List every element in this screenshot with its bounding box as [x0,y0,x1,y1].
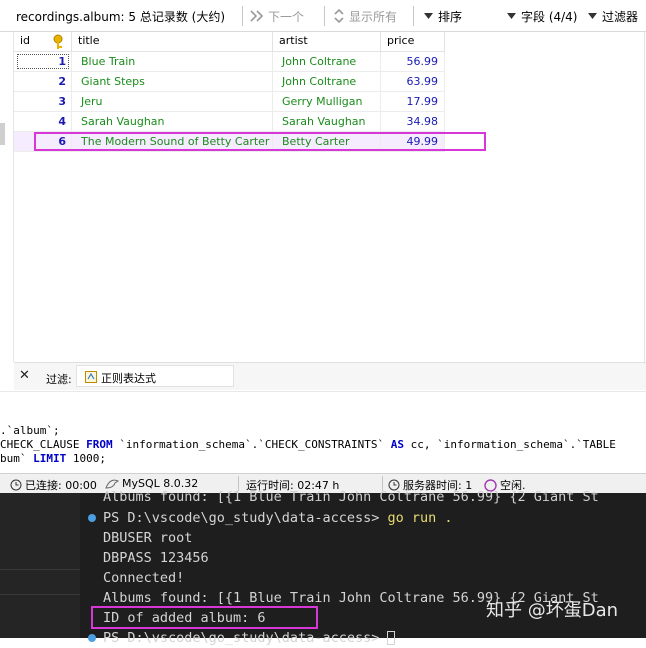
cell-artist[interactable]: John Coltrane [273,72,381,92]
cell-price[interactable]: 17.99 [381,92,445,112]
toolbar-separator [242,6,243,26]
cell-title[interactable]: Giant Steps [72,72,273,92]
terminal-sidebar [0,493,80,638]
cell-title[interactable]: Jeru [72,92,273,112]
expand-vertical-icon [334,9,344,23]
highlight-box-new-row [34,132,486,151]
close-icon[interactable]: ✕ [19,368,30,383]
sql-editor[interactable]: .`album`; CHECK_CLAUSE FROM `information… [0,391,646,473]
fields-label: 字段 (4/4) [521,9,578,24]
column-header-title[interactable]: title [72,32,273,52]
terminal-line: DBUSER root [103,530,193,546]
column-header-label: artist [279,34,308,47]
filter-button[interactable]: 过滤器 [587,7,638,25]
column-header-artist[interactable]: artist [273,32,381,52]
dropdown-arrow-icon [424,13,433,19]
panel-splitter[interactable] [0,123,5,145]
cell-artist[interactable]: Gerry Mulligan [273,92,381,112]
data-toolbar: recordings.album: 5 总记录数 (大约) 下一个 显示所有 排… [0,0,646,32]
dropdown-arrow-icon [588,13,597,19]
primary-key-icon [53,34,63,49]
terminal-prompt-line: PS D:\vscode\go_study\data-access> [103,628,396,648]
cell-id[interactable]: 2 [14,72,72,92]
column-header-label: price [387,34,415,47]
double-chevron-right-icon [250,10,264,22]
clock-icon [10,479,22,491]
cell-price[interactable]: 63.99 [381,72,445,92]
cell-price[interactable]: 34.98 [381,112,445,132]
terminal-line: Connected! [103,570,185,586]
sort-button[interactable]: 排序 [423,7,462,25]
column-header-id[interactable]: id [14,32,72,52]
table-row[interactable]: 1 Blue Train John Coltrane 56.99 [14,52,445,72]
next-button[interactable]: 下一个 [250,7,304,25]
table-row[interactable]: 3 Jeru Gerry Mulligan 17.99 [14,92,445,112]
dropdown-arrow-icon [507,13,516,19]
grid-right-border [644,32,645,362]
toolbar-separator [413,6,414,26]
sql-line: .`album`; [0,424,60,437]
sql-line: bum` LIMIT 1000; [0,452,106,465]
filter-bar: ✕ 过滤: 正则表达式 [14,362,646,390]
highlight-box-added-id [91,606,318,629]
connected-text: 已连接: 00:00 [25,479,97,492]
table-row[interactable]: 4 Sarah Vaughan Sarah Vaughan 34.98 [14,112,445,132]
cell-id[interactable]: 1 [14,52,72,72]
show-all-button[interactable]: 显示所有 [333,7,397,25]
prompt-dot-icon [88,514,96,522]
filter-label: 过滤器 [602,9,639,24]
toolbar-separator [324,6,325,26]
cell-artist[interactable]: John Coltrane [273,52,381,72]
cell-price[interactable]: 56.99 [381,52,445,72]
fields-button[interactable]: 字段 (4/4) [506,7,578,25]
data-grid: id title artist price 1 Blue Train John … [14,32,646,362]
prompt-dot-icon [88,634,96,642]
sql-line: CHECK_CLAUSE FROM `information_schema`.`… [0,438,616,451]
cell-title[interactable]: Sarah Vaughan [72,112,273,132]
column-header-label: id [20,34,31,47]
regex-icon [85,371,97,383]
watermark: 知乎 @坏蛋Dan [486,600,619,621]
cell-artist[interactable]: Sarah Vaughan [273,112,381,132]
next-label: 下一个 [268,9,305,24]
connection-status: 已连接: 00:00 [10,477,97,493]
table-title: recordings.album: 5 总记录数 (大约) [16,10,226,24]
regex-label: 正则表达式 [101,372,156,385]
terminal-prompt-line: PS D:\vscode\go_study\data-access> go ru… [103,510,453,526]
sidebar-divider [0,569,80,570]
grid-header: id title artist price [14,32,445,52]
show-all-label: 显示所有 [349,9,398,24]
left-panel-edge [0,32,14,362]
cell-id[interactable]: 4 [14,112,72,132]
sort-label: 排序 [438,9,463,24]
column-header-price[interactable]: price [381,32,445,52]
terminal-line: Albums found: [{1 Blue Train John Coltra… [103,489,599,505]
regex-filter-field[interactable]: 正则表达式 [76,365,234,387]
cell-id[interactable]: 3 [14,92,72,112]
column-header-label: title [78,34,100,47]
cell-title[interactable]: Blue Train [72,52,273,72]
table-row[interactable]: 2 Giant Steps John Coltrane 63.99 [14,72,445,92]
filter-bar-label: 过滤: [46,373,72,386]
terminal-line: DBPASS 123456 [103,550,209,566]
sidebar-divider [0,594,80,595]
